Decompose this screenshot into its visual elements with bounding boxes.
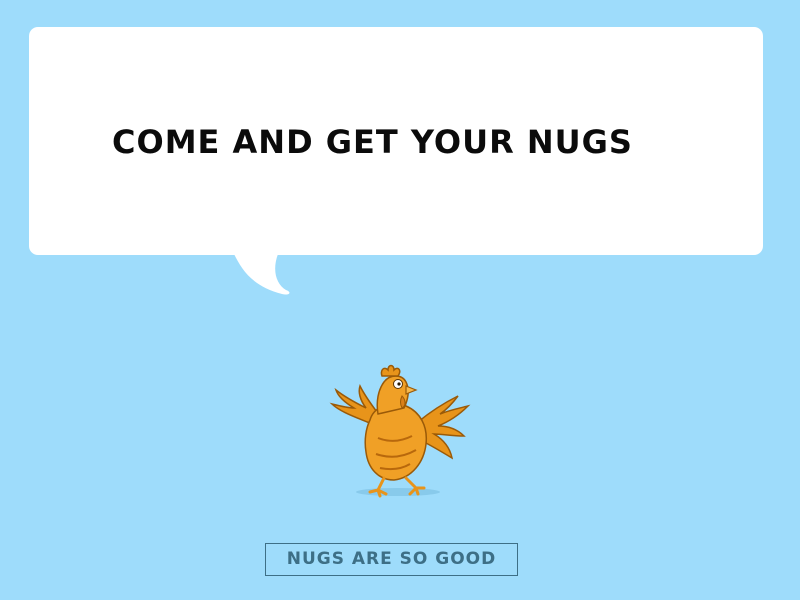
speech-bubble-tail — [234, 254, 290, 295]
dialog-text: COME AND GET YOUR NUGS — [112, 123, 633, 161]
dialog-choice-button[interactable]: NUGS ARE SO GOOD — [265, 543, 518, 576]
chicken-icon — [329, 364, 471, 498]
